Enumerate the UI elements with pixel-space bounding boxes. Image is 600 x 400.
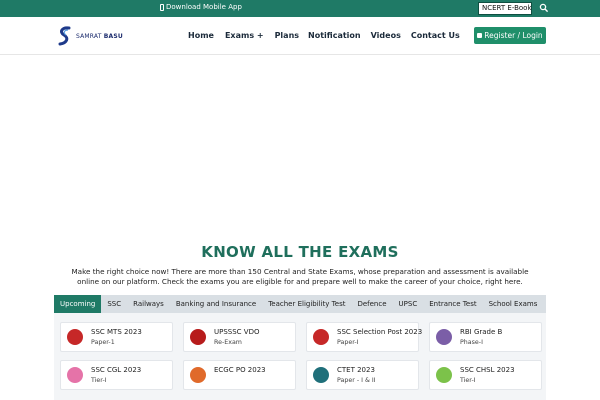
section-description: Make the right choice now! There are mor…: [71, 267, 529, 286]
exam-card[interactable]: SSC CGL 2023 Tier-I: [60, 360, 173, 390]
exam-logo-icon: [67, 329, 83, 345]
search-icon[interactable]: [539, 3, 549, 13]
exam-stage: Phase-I: [460, 339, 483, 346]
nav-notification[interactable]: Notification: [308, 31, 361, 40]
download-app-label: Download Mobile App: [166, 3, 242, 11]
tab-upcoming[interactable]: Upcoming: [54, 295, 102, 313]
nav-plans[interactable]: Plans: [275, 31, 299, 40]
top-bar: Download Mobile App NCERT E-Books: [0, 0, 600, 17]
exam-stage: Re-Exam: [214, 339, 242, 346]
exam-name: UPSSSC VDO: [214, 328, 260, 336]
exam-card[interactable]: UPSSSC VDO Re-Exam: [183, 322, 296, 352]
section-title: KNOW ALL THE EXAMS: [201, 243, 399, 261]
nav-home[interactable]: Home: [188, 31, 214, 40]
tab-teacher-eligibility[interactable]: Teacher Eligibility Test: [262, 295, 351, 313]
tab-banking-insurance[interactable]: Banking and Insurance: [170, 295, 262, 313]
download-app-link[interactable]: Download Mobile App: [160, 3, 242, 11]
exam-stage: Paper - I & II: [337, 377, 376, 384]
exam-logo-icon: [190, 367, 206, 383]
exam-name: SSC MTS 2023: [91, 328, 142, 336]
nav-contact-us[interactable]: Contact Us: [411, 31, 460, 40]
exam-name: RBI Grade B: [460, 328, 503, 336]
tab-ssc[interactable]: SSC: [101, 295, 127, 313]
exam-card[interactable]: SSC Selection Post 2023 Paper-I: [306, 322, 423, 352]
mobile-phone-icon: [160, 3, 164, 11]
nav-videos[interactable]: Videos: [371, 31, 401, 40]
main-nav: Home Exams + Plans Notification Videos C…: [188, 31, 460, 40]
tab-upsc[interactable]: UPSC: [393, 295, 424, 313]
register-label: Register / Login: [484, 31, 543, 40]
exam-tabs: Upcoming SSC Railways Banking and Insura…: [54, 295, 546, 313]
logo-text: SAMRAT BASU: [76, 32, 123, 40]
exam-logo-icon: [436, 367, 452, 383]
exam-stage: Tier-I: [460, 377, 476, 384]
logo-s-icon: [58, 26, 71, 46]
exam-name: SSC CHSL 2023: [460, 366, 515, 374]
exam-stage: Tier-I: [91, 377, 107, 384]
exam-name: CTET 2023: [337, 366, 375, 374]
hero-banner: [0, 56, 600, 236]
exam-card[interactable]: SSC MTS 2023 Paper-1: [60, 322, 173, 352]
exam-stage: Paper-I: [337, 339, 359, 346]
exam-cards-panel: SSC MTS 2023 Paper-1 UPSSSC VDO Re-Exam …: [54, 313, 546, 400]
site-logo[interactable]: SAMRAT BASU: [57, 26, 123, 46]
exam-logo-icon: [313, 329, 329, 345]
exam-logo-icon: [190, 329, 206, 345]
tab-entrance-test[interactable]: Entrance Test: [423, 295, 482, 313]
exam-stage: Paper-1: [91, 339, 115, 346]
exam-logo-icon: [313, 367, 329, 383]
exam-logo-icon: [436, 329, 452, 345]
site-header: SAMRAT BASU Home Exams + Plans Notificat…: [0, 17, 600, 55]
exam-name: SSC Selection Post 2023: [337, 328, 423, 336]
register-login-button[interactable]: Register / Login: [474, 27, 546, 44]
exam-card[interactable]: CTET 2023 Paper - I & II: [306, 360, 419, 390]
exam-name: ECGC PO 2023: [214, 366, 266, 374]
exam-logo-icon: [67, 367, 83, 383]
ncert-ebooks-select[interactable]: NCERT E-Books: [478, 2, 532, 15]
tab-school-exams[interactable]: School Exams: [483, 295, 544, 313]
nav-exams[interactable]: Exams +: [225, 31, 264, 40]
exam-card[interactable]: ECGC PO 2023: [183, 360, 296, 390]
exam-card[interactable]: SSC CHSL 2023 Tier-I: [429, 360, 542, 390]
lock-icon: [477, 33, 483, 38]
tab-railways[interactable]: Railways: [127, 295, 170, 313]
exam-card[interactable]: RBI Grade B Phase-I: [429, 322, 542, 352]
exam-name: SSC CGL 2023: [91, 366, 142, 374]
tab-defence[interactable]: Defence: [351, 295, 392, 313]
